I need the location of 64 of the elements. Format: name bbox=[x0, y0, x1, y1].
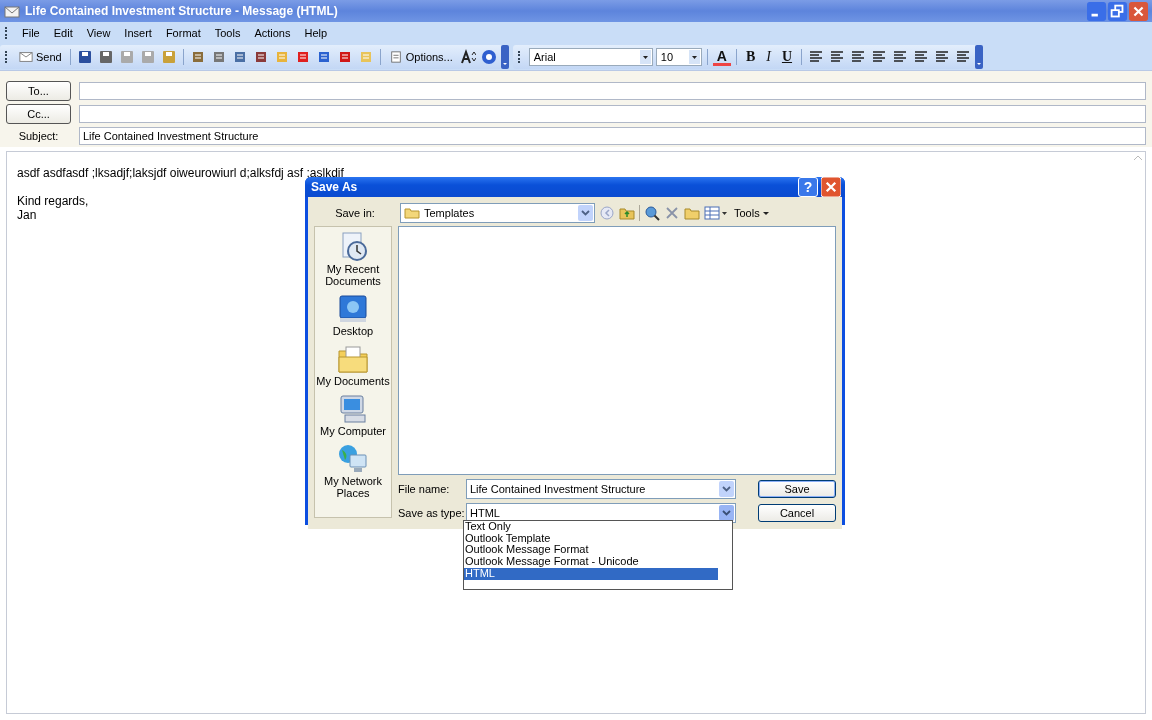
font-size-dropdown[interactable]: 10 bbox=[655, 48, 702, 66]
computer-icon bbox=[337, 393, 369, 425]
save-as-type-label: Save as type: bbox=[398, 507, 466, 519]
message-line: asdf asdfasdf ;lksadjf;laksjdf oiweurowiurl d;alksfdj asf ;aslkdjf bbox=[17, 166, 344, 180]
message-line: Jan bbox=[17, 208, 37, 222]
up-folder-icon[interactable] bbox=[619, 205, 635, 221]
minimize-button[interactable] bbox=[1087, 1, 1106, 21]
align-left-icon[interactable] bbox=[808, 49, 825, 65]
save-in-label: Save in: bbox=[334, 207, 376, 219]
dropdown-option[interactable]: HTML bbox=[464, 567, 718, 580]
dropdown-option[interactable]: Outlook Message Format - Unicode bbox=[464, 556, 718, 568]
close-button[interactable] bbox=[1129, 1, 1148, 21]
help-button[interactable]: ? bbox=[798, 177, 818, 197]
menu-item[interactable]: Help bbox=[299, 25, 333, 41]
options-button[interactable]: Options... bbox=[385, 49, 456, 65]
dropdown-option[interactable]: Outlook Message Format bbox=[464, 544, 718, 557]
font-color-button[interactable]: A bbox=[712, 48, 731, 66]
places-item[interactable]: My Recent Documents bbox=[315, 231, 391, 287]
globe-computer-icon bbox=[337, 443, 369, 475]
toolbar-options-button[interactable] bbox=[975, 45, 984, 69]
tools-menu[interactable]: Tools bbox=[732, 207, 771, 219]
toolbar-options-button[interactable] bbox=[500, 45, 509, 69]
menu-item[interactable]: Insert bbox=[119, 25, 157, 41]
caret-icon bbox=[762, 212, 769, 217]
restore-button[interactable] bbox=[1108, 1, 1127, 21]
desktop-icon bbox=[337, 293, 369, 325]
file-name-label: File name: bbox=[398, 483, 451, 495]
window-title: Life Contained Investment Structure - Message (HTML) bbox=[25, 4, 338, 18]
cancel-button[interactable]: Cancel bbox=[758, 504, 836, 522]
save-icon[interactable] bbox=[76, 49, 93, 65]
save-as-type-dropdown[interactable]: HTML bbox=[466, 503, 736, 523]
to-button[interactable]: To... bbox=[6, 81, 71, 101]
cc-button[interactable]: Cc... bbox=[6, 104, 71, 124]
views-icon[interactable] bbox=[704, 205, 728, 221]
menu-item[interactable]: Format bbox=[160, 25, 206, 41]
font-dropdown[interactable]: Arial bbox=[528, 48, 653, 66]
dropdown-option[interactable]: Outlook Template bbox=[464, 532, 718, 545]
close-button[interactable] bbox=[821, 177, 841, 197]
search-web-icon[interactable] bbox=[644, 205, 660, 221]
dialog-title: Save As bbox=[311, 180, 358, 194]
places-item[interactable]: My Computer bbox=[320, 393, 386, 437]
menu-item[interactable]: File bbox=[17, 25, 45, 41]
menu-item[interactable]: Actions bbox=[249, 25, 296, 41]
save-in-dropdown[interactable]: Templates bbox=[400, 203, 595, 223]
message-line: Kind regards, bbox=[17, 194, 89, 208]
places-item[interactable]: Desktop bbox=[332, 293, 374, 337]
italic-button[interactable]: I bbox=[762, 49, 775, 65]
subject-label: Subject: bbox=[17, 130, 60, 142]
bold-button[interactable]: B bbox=[741, 49, 760, 65]
document-icon bbox=[388, 51, 403, 63]
subject-field[interactable]: Life Contained Investment Structure bbox=[79, 127, 1146, 145]
menu-item[interactable]: Tools bbox=[209, 25, 246, 41]
send-button[interactable]: Send bbox=[16, 49, 65, 65]
places-item[interactable]: My Documents bbox=[316, 343, 390, 387]
save-button[interactable]: Save bbox=[758, 480, 836, 498]
cc-field[interactable] bbox=[79, 105, 1146, 123]
font-size-icon[interactable] bbox=[459, 49, 476, 65]
menu-item[interactable]: View bbox=[81, 25, 116, 41]
places-item[interactable]: My Network Places bbox=[315, 443, 391, 499]
underline-button[interactable]: U bbox=[777, 49, 797, 65]
dropdown-option[interactable]: Text Only bbox=[464, 521, 718, 533]
file-name-field[interactable]: Life Contained Investment Structure bbox=[466, 479, 736, 499]
to-field[interactable] bbox=[79, 82, 1146, 100]
menu-item[interactable]: Edit bbox=[48, 25, 78, 41]
